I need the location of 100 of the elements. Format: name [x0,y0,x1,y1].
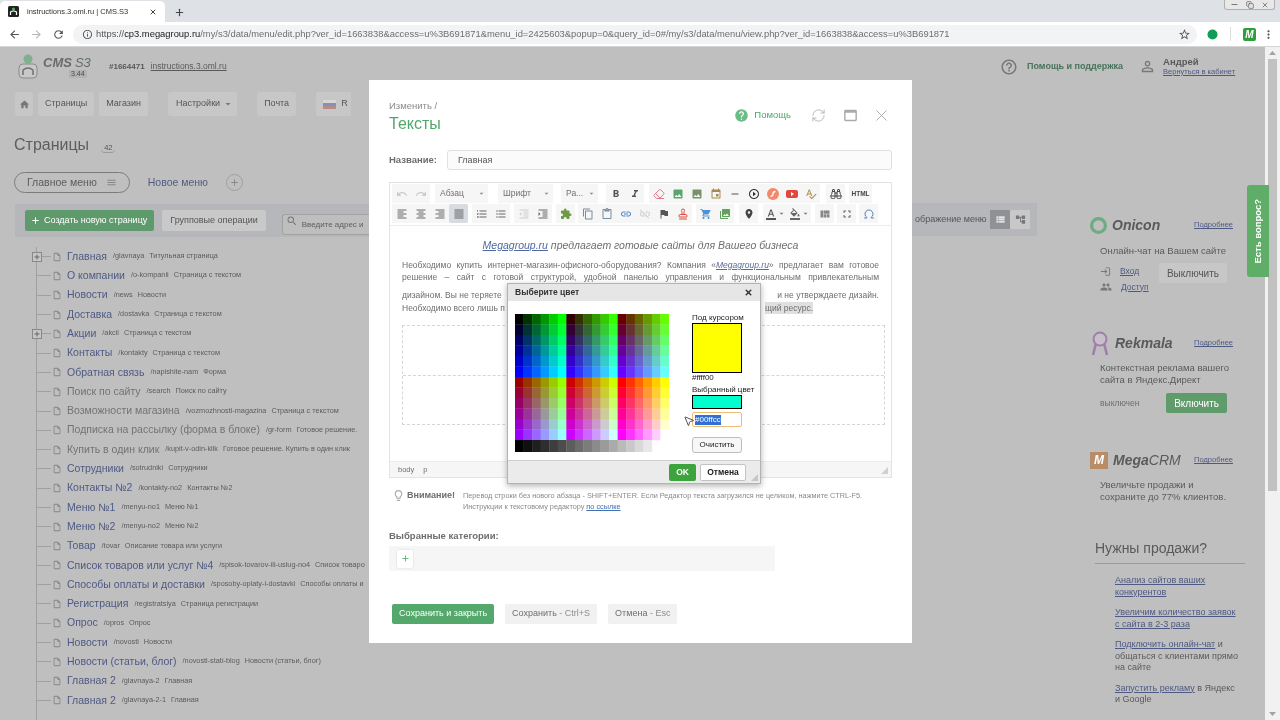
page-link[interactable]: Товар [67,538,96,554]
page-link[interactable]: Контакты №2 [67,480,133,497]
page-title: Страницы [14,135,90,155]
stamp-icon [676,207,689,220]
sales-link[interactable]: Увеличим количество заявок с сайта в 2-3 раза [1115,607,1240,630]
nav-button[interactable]: Магазин [99,92,148,116]
color-palette[interactable] [515,314,669,452]
cancel-button[interactable]: Отмена - Esc [608,604,678,624]
page-link[interactable]: Сотрудники [67,461,124,477]
notice-title: Внимание! [407,489,455,502]
clear-button[interactable]: Очистить [692,437,742,453]
forward-icon[interactable] [30,27,43,41]
tree-view-button[interactable] [1010,210,1030,229]
search-field[interactable]: Введите адрес и [281,214,369,235]
create-page-button[interactable]: Создать новую страницу [25,210,155,231]
home-button[interactable] [15,92,33,116]
new-tab-icon[interactable] [174,7,185,18]
close-icon[interactable] [744,288,753,297]
star-icon[interactable] [1178,27,1191,41]
page-link[interactable]: Регистрация [67,596,129,612]
restore-icon[interactable] [1246,0,1254,9]
page-link[interactable]: Обратная связь [67,364,145,381]
scrollbar-thumb[interactable] [1268,59,1277,491]
sales-link[interactable]: Запустить рекламу [1115,682,1195,693]
format-dropdown[interactable]: Абзац [435,184,488,203]
close-icon[interactable] [149,7,157,16]
group-operations-button[interactable]: Групповые операции [162,210,266,231]
sales-link[interactable]: Подключить онлайн-чат [1115,639,1216,649]
spellcheck-icon [804,187,817,200]
nav-dropdown[interactable]: Настройки [168,92,238,116]
nav-button[interactable]: Почта [257,92,297,116]
refresh-icon[interactable] [811,108,826,123]
close-window-icon[interactable] [1261,0,1269,9]
window-icon[interactable] [842,107,859,124]
nav-button[interactable]: Страницы [38,92,95,116]
reload-icon[interactable] [52,27,65,41]
info-icon[interactable] [82,28,93,40]
widget-link[interactable]: Доступ [1121,280,1149,294]
ask-question-tab[interactable]: Есть вопрос? [1247,185,1269,277]
breadcrumb-link[interactable]: Изменить / [389,100,441,112]
heading-link[interactable]: Megagroup.ru [482,239,548,251]
back-icon[interactable] [8,27,21,41]
font-dropdown[interactable]: Шрифт [498,184,553,203]
indent-icon [536,207,549,220]
language-button[interactable]: R [316,92,351,116]
size-dropdown[interactable]: Ра... [561,184,598,203]
page-link[interactable]: Контакты [67,345,113,361]
page-link[interactable]: Способы оплаты и доставки [67,576,205,593]
expand-icon[interactable] [32,328,42,339]
plus-icon [400,554,410,563]
page-link[interactable]: Меню №1 [67,499,116,516]
help-button[interactable]: Помощь [734,108,791,123]
page-link[interactable]: Новости (статьи, блог) [67,654,177,670]
support-link[interactable]: Помощь и поддержка [1027,59,1124,74]
page-link[interactable]: Главная 2 [67,692,116,709]
page-link[interactable]: Новости [67,634,108,651]
page-link[interactable]: Возможности магазина [67,403,180,419]
sales-link[interactable]: Анализ сайтов ваших конкурентов [1115,575,1240,598]
save-close-button[interactable]: Сохранить и закрыть [392,604,495,624]
name-input[interactable]: Главная [447,150,892,170]
page-link[interactable]: Поиск по сайту [67,383,141,400]
cancel-button[interactable]: Отмена [700,463,746,481]
widget-button[interactable]: Включить [1166,393,1227,413]
list-view-button[interactable] [990,210,1010,229]
site-link[interactable]: instructions.3.oml.ru [150,60,227,73]
page-link[interactable]: Опрос [67,615,98,632]
color-input[interactable]: #00ffcc [692,412,742,427]
cursor-icon [683,414,695,428]
inline-link[interactable]: Megagroup.ru [715,260,769,270]
image-icon [671,187,684,200]
page-link[interactable]: Подписка на рассылку (форма в блоке) [67,422,260,439]
widget-button[interactable]: Выключить [1158,263,1227,283]
extension-logo[interactable]: M [1243,27,1256,41]
ok-button[interactable]: OK [669,463,696,481]
page-link[interactable]: Новости [67,287,108,304]
expand-icon[interactable] [32,251,42,262]
swatch-label: Под курсором [692,313,744,323]
scroll-up-icon[interactable] [1269,51,1276,55]
menu-tab[interactable]: Новое меню [147,172,208,193]
address-bar[interactable]: https://cp3.megagroup.ru/my/s3/data/menu/edit.php?ver_id=1663838&access=u%3B691871&menu_id=2425603&popup=0&query_id=0#/my/s3/data/menu/view.php?ver_id=1663838&access=u%3B691871 [73,24,1197,44]
page-icon [52,656,62,667]
puzzle-icon [559,207,572,220]
save-button[interactable]: Сохранить - Ctrl+S [505,604,598,624]
widget-link[interactable]: Вход [1120,264,1140,278]
page-link[interactable]: Доставка [67,306,113,323]
page-link[interactable]: Меню №2 [67,518,116,535]
scroll-down-icon[interactable] [1269,712,1276,716]
add-category-button[interactable] [397,549,413,568]
page-icon [52,406,62,416]
page-link[interactable]: Главная [67,248,107,265]
widget-logo: Onicon [1112,215,1161,235]
page-link[interactable]: О компании [67,268,125,284]
extension-icon[interactable] [1207,28,1218,40]
page-link[interactable]: Список товаров или услуг №4 [67,557,214,574]
page-link[interactable]: Главная 2 [67,673,116,690]
page-link[interactable]: Купить в один клик [67,441,160,458]
align-justify-button[interactable] [449,204,468,223]
page-link[interactable]: Акции [67,325,97,342]
help-icon[interactable] [1000,57,1018,76]
paragraph-fragment: и не утверждаете дизайн. [777,289,879,301]
